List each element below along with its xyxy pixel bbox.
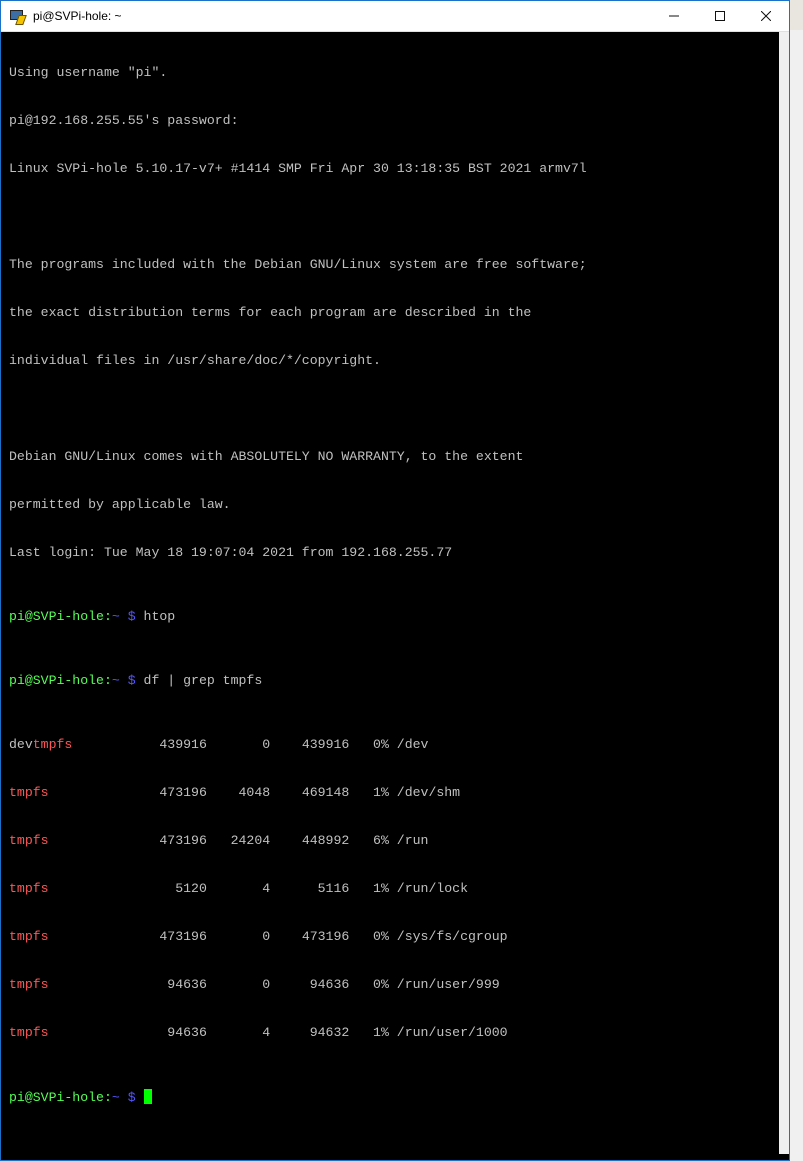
vertical-scrollbar[interactable] <box>779 32 789 1154</box>
df-filesystem: tmpfs <box>9 977 49 992</box>
df-row: tmpfs 5120 4 5116 1% /run/lock <box>9 881 779 897</box>
command-line: pi@SVPi-hole:~ $ htop <box>9 609 779 625</box>
close-button[interactable] <box>743 1 789 31</box>
df-values: 5120 4 5116 1% /run/lock <box>48 881 469 896</box>
df-values: 94636 4 94632 1% /run/user/1000 <box>48 1025 508 1040</box>
df-values: 473196 0 473196 0% /sys/fs/cgroup <box>48 929 508 944</box>
maximize-button[interactable] <box>697 1 743 31</box>
prompt-colon: : <box>103 1090 112 1105</box>
prompt-path: ~ $ <box>111 609 144 624</box>
prompt-colon: : <box>103 673 112 688</box>
prompt-path: ~ $ <box>111 1090 144 1105</box>
df-row: tmpfs 473196 4048 469148 1% /dev/shm <box>9 785 779 801</box>
df-values: 473196 4048 469148 1% /dev/shm <box>48 785 461 800</box>
minimize-button[interactable] <box>651 1 697 31</box>
terminal-line: the exact distribution terms for each pr… <box>9 305 532 320</box>
terminal-line: Using username "pi". <box>9 65 168 80</box>
df-values: 473196 24204 448992 6% /run <box>48 833 429 848</box>
terminal-line: individual files in /usr/share/doc/*/cop… <box>9 353 381 368</box>
df-row: tmpfs 94636 4 94632 1% /run/user/1000 <box>9 1025 779 1041</box>
df-prefix: dev <box>9 737 33 752</box>
prompt-user-host: pi@SVPi-hole <box>9 673 104 688</box>
df-row: devtmpfs 439916 0 439916 0% /dev <box>9 737 779 753</box>
terminal-line: The programs included with the Debian GN… <box>9 257 587 272</box>
terminal-line: pi@192.168.255.55's password: <box>9 113 239 128</box>
terminal-line: Linux SVPi-hole 5.10.17-v7+ #1414 SMP Fr… <box>9 161 587 176</box>
df-filesystem: tmpfs <box>32 737 73 752</box>
terminal-output[interactable]: Using username "pi". pi@192.168.255.55's… <box>9 32 779 1154</box>
title-bar[interactable]: pi@SVPi-hole: ~ <box>1 1 789 32</box>
close-icon <box>761 11 771 21</box>
df-row: tmpfs 473196 0 473196 0% /sys/fs/cgroup <box>9 929 779 945</box>
terminal-line: Debian GNU/Linux comes with ABSOLUTELY N… <box>9 449 524 464</box>
df-filesystem: tmpfs <box>9 881 49 896</box>
command-text: df | grep tmpfs <box>143 673 263 688</box>
text-cursor <box>143 1089 152 1104</box>
terminal-line: Last login: Tue May 18 19:07:04 2021 fro… <box>9 545 453 560</box>
df-filesystem: tmpfs <box>9 833 49 848</box>
command-text: htop <box>143 609 176 624</box>
minimize-icon <box>669 11 679 21</box>
prompt-path: ~ $ <box>111 673 144 688</box>
prompt-colon: : <box>103 609 112 624</box>
df-row: tmpfs 94636 0 94636 0% /run/user/999 <box>9 977 779 993</box>
df-filesystem: tmpfs <box>9 929 49 944</box>
putty-icon[interactable] <box>9 8 27 25</box>
terminal-line: permitted by applicable law. <box>9 497 231 512</box>
active-prompt-line[interactable]: pi@SVPi-hole:~ $ <box>9 1089 779 1105</box>
prompt-user-host: pi@SVPi-hole <box>9 609 104 624</box>
df-filesystem: tmpfs <box>9 785 49 800</box>
df-filesystem: tmpfs <box>9 1025 49 1040</box>
df-values: 439916 0 439916 0% /dev <box>72 737 429 752</box>
background-window-edge <box>789 30 803 1161</box>
command-line: pi@SVPi-hole:~ $ df | grep tmpfs <box>9 673 779 689</box>
window-title: pi@SVPi-hole: ~ <box>33 9 122 23</box>
df-values: 94636 0 94636 0% /run/user/999 <box>48 977 500 992</box>
df-row: tmpfs 473196 24204 448992 6% /run <box>9 833 779 849</box>
prompt-user-host: pi@SVPi-hole <box>9 1090 104 1105</box>
terminal-window: pi@SVPi-hole: ~ Using username "pi". pi@… <box>0 0 790 1161</box>
maximize-icon <box>715 11 725 21</box>
